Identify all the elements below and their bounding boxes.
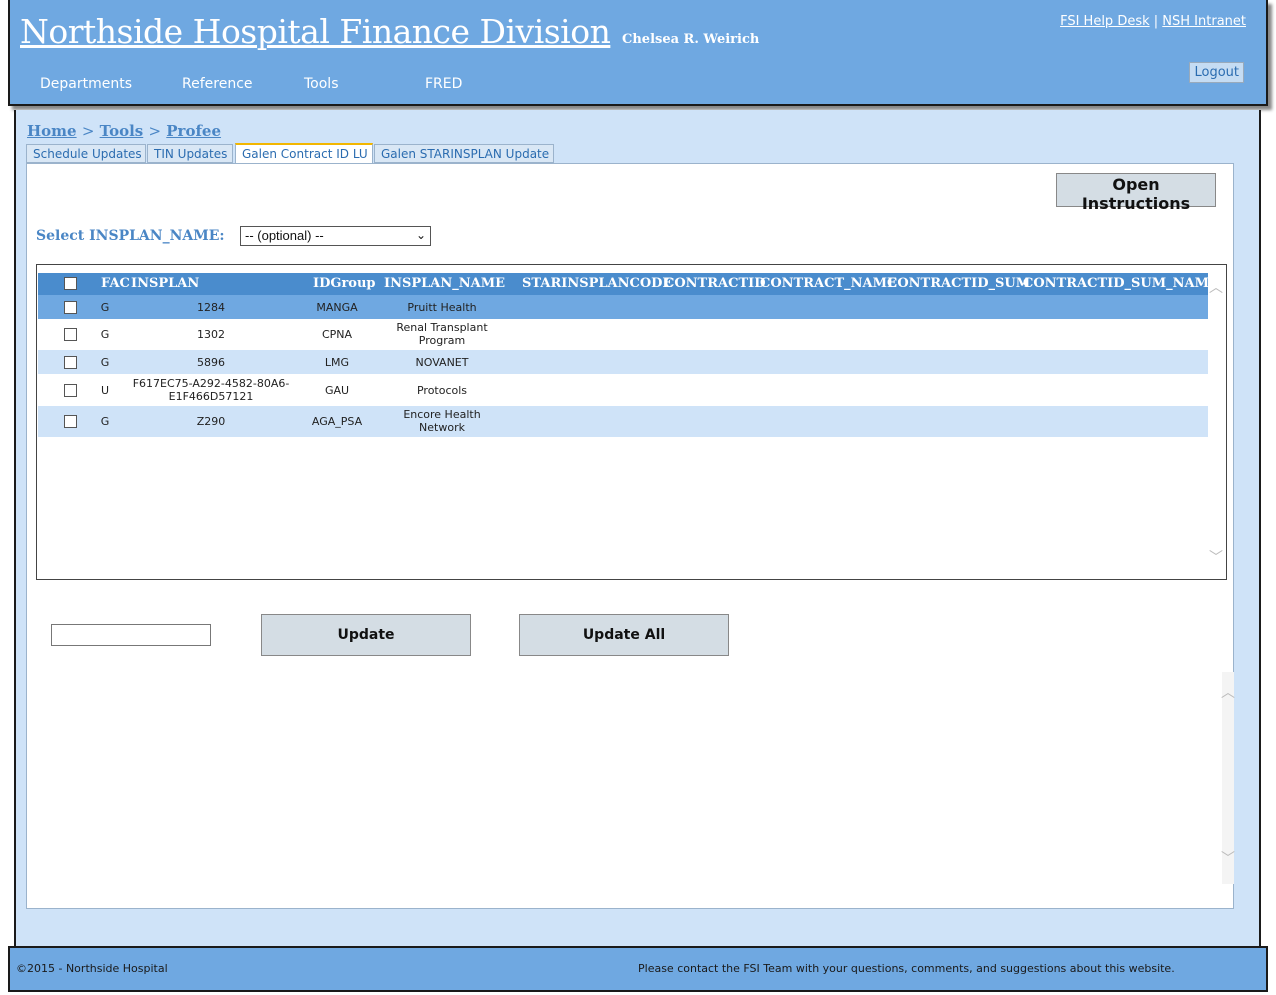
cell-insplan: 1284 [197,301,225,314]
logout-button[interactable]: Logout [1189,62,1244,83]
col-contractid[interactable]: CONTRACTID [664,276,766,291]
tab-schedule-updates[interactable]: Schedule Updates [26,144,146,163]
top-links: FSI Help Desk | NSH Intranet [1060,14,1246,29]
scroll-down-icon[interactable]: ﹀ [1209,547,1223,567]
scroll-up-icon[interactable]: ︿ [1209,277,1223,297]
cell-fac: U [100,384,110,397]
col-starinsplancode[interactable]: STARINSPLANCODE [522,276,672,291]
table-row[interactable]: G 1302 CPNA Renal Transplant Program [38,319,1208,350]
cell-insplan: 1302 [197,328,225,341]
cell-idgroup: MANGA [316,301,358,314]
contract-grid: FAC INSPLAN IDGroup INSPLAN_NAME STARINS… [36,264,1227,580]
col-contractid-sum-name[interactable]: CONTRACTID_SUM_NAME [1023,276,1219,291]
col-contract-name[interactable]: CONTRACT_NAME [760,276,897,291]
col-idgroup[interactable]: IDGroup [313,276,376,291]
copyright-text: ©2015 - Northside Hospital [16,962,168,975]
breadcrumb-sep: > [81,122,95,140]
nsh-intranet-link[interactable]: NSH Intranet [1162,14,1246,29]
tab-galen-starinsplan-update[interactable]: Galen STARINSPLAN Update [374,144,554,163]
select-value: -- (optional) -- [245,228,324,243]
row-checkbox[interactable] [64,301,77,314]
cell-idgroup: LMG [324,356,350,369]
tab-galen-contract-id-lu[interactable]: Galen Contract ID LU [235,143,373,164]
select-insplan-label: Select INSPLAN_NAME: [36,228,225,244]
breadcrumb-tools[interactable]: Tools [100,122,144,140]
cell-fac: G [100,301,110,314]
scroll-down-icon[interactable]: ﹀ [1221,848,1235,868]
select-all-checkbox[interactable] [64,277,77,290]
scroll-up-icon[interactable]: ︿ [1221,682,1235,702]
lower-scrollbar[interactable]: ︿ ﹀ [1221,672,1235,884]
cell-insplan-name: Pruitt Health [407,301,477,314]
col-insplan-name[interactable]: INSPLAN_NAME [384,276,505,291]
cell-insplan-name: Protocols [416,384,468,397]
cell-idgroup: GAU [324,384,350,397]
user-name: Chelsea R. Weirich [622,32,760,47]
contact-text: Please contact the FSI Team with your qu… [638,962,1175,975]
row-checkbox[interactable] [64,415,77,428]
nav-reference[interactable]: Reference [182,76,253,92]
col-contractid-sum[interactable]: CONTRACTID_SUM [887,276,1030,291]
breadcrumb-profee[interactable]: Profee [166,122,221,140]
tab-tin-updates[interactable]: TIN Updates [147,144,233,163]
contract-id-input[interactable] [51,624,211,646]
row-checkbox[interactable] [64,384,77,397]
cell-insplan: 5896 [197,356,225,369]
open-instructions-button[interactable]: Open Instructions [1056,173,1216,213]
cell-fac: G [100,415,110,428]
chevron-down-icon: ⌄ [415,228,426,242]
row-checkbox[interactable] [64,356,77,369]
nav-tools[interactable]: Tools [304,76,339,92]
col-fac[interactable]: FAC [101,276,130,291]
cell-insplan-name: Encore Health Network [403,408,481,434]
cell-insplan: F617EC75-A292-4582-80A6-E1F466D57121 [132,377,290,403]
cell-fac: G [100,356,110,369]
cell-idgroup: CPNA [321,328,353,341]
cell-fac: G [100,328,110,341]
breadcrumb-home[interactable]: Home [27,122,77,140]
cell-insplan-name: Renal Transplant Program [396,321,488,347]
nav-fred[interactable]: FRED [425,76,462,92]
grid-header-row: FAC INSPLAN IDGroup INSPLAN_NAME STARINS… [38,273,1219,295]
breadcrumb-sep: > [148,122,162,140]
breadcrumb: Home > Tools > Profee [27,122,221,140]
row-checkbox[interactable] [64,328,77,341]
insplan-name-select[interactable]: -- (optional) -- ⌄ [240,226,431,246]
nav-departments[interactable]: Departments [40,76,132,92]
tab-panel: Open Instructions Select INSPLAN_NAME: -… [26,163,1235,909]
update-all-button[interactable]: Update All [519,614,729,656]
link-separator: | [1153,14,1159,29]
table-row[interactable]: G 1284 MANGA Pruitt Health [38,295,1208,319]
fsi-help-desk-link[interactable]: FSI Help Desk [1060,14,1150,29]
update-button[interactable]: Update [261,614,471,656]
cell-insplan-name: NOVANET [415,356,469,369]
col-insplan[interactable]: INSPLAN [131,276,199,291]
site-title[interactable]: Northside Hospital Finance Division [20,12,611,51]
table-row[interactable]: G 5896 LMG NOVANET [38,350,1208,374]
cell-idgroup: AGA_PSA [311,415,363,428]
cell-insplan: Z290 [196,415,226,428]
table-row[interactable]: U F617EC75-A292-4582-80A6-E1F466D57121 G… [38,374,1208,406]
main-content: Home > Tools > Profee Schedule Updates T… [14,110,1261,950]
site-footer: ©2015 - Northside Hospital Please contac… [8,946,1268,992]
site-header: Northside Hospital Finance Division Chel… [8,0,1268,106]
table-row[interactable]: G Z290 AGA_PSA Encore Health Network [38,406,1208,437]
